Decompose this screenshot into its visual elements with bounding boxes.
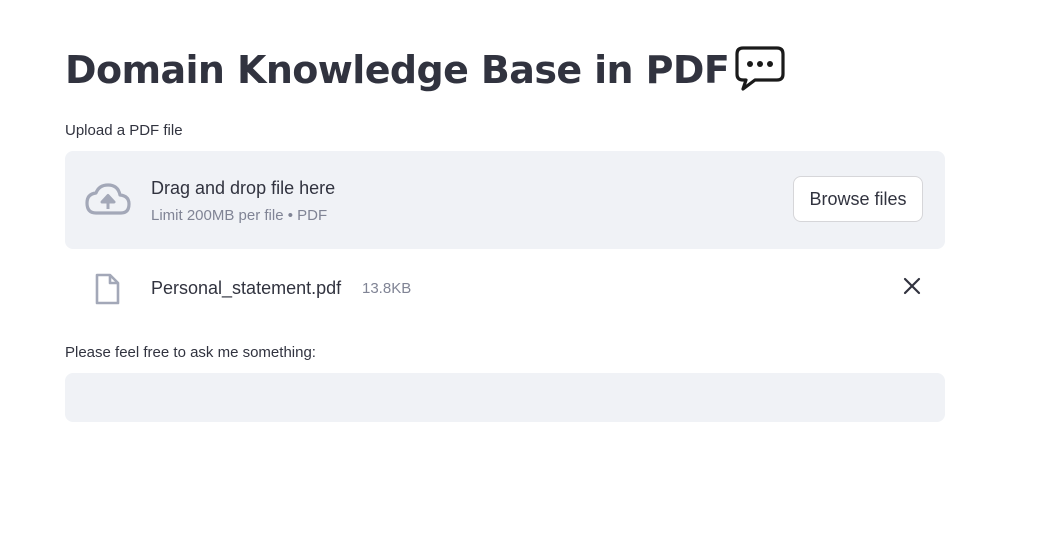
remove-file-button[interactable]	[900, 276, 924, 300]
file-uploader-label: Upload a PDF file	[65, 122, 183, 139]
browse-files-button[interactable]: Browse files	[793, 176, 923, 222]
uploaded-file-name: Personal_statement.pdf	[151, 278, 342, 298]
file-icon	[94, 273, 120, 305]
uploaded-file-size: 13.8KB	[362, 280, 412, 297]
close-icon	[903, 277, 921, 300]
file-limit-text: Limit 200MB per file • PDF	[151, 207, 328, 224]
dropzone-instruction-text: Drag and drop file here	[151, 178, 336, 198]
dropzone-instructions: Drag and drop file here Limit 200MB per …	[151, 175, 335, 226]
speech-balloon-icon	[733, 44, 787, 92]
uploaded-file-row: Personal_statement.pdf 13.8KB	[65, 266, 945, 310]
question-input-label: Please feel free to ask me something:	[65, 344, 316, 361]
page-header: Domain Knowledge Base in PDF	[65, 44, 787, 96]
cloud-upload-icon	[84, 181, 132, 217]
file-dropzone[interactable]: Drag and drop file here Limit 200MB per …	[65, 151, 945, 249]
question-input[interactable]	[65, 373, 945, 422]
page-title: Domain Knowledge Base in PDF	[65, 48, 730, 92]
